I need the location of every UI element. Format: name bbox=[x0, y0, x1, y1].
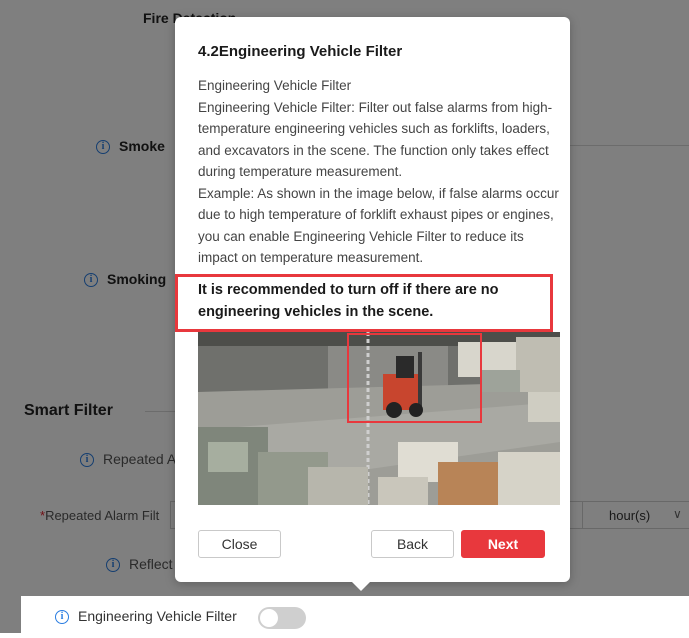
popup-title: 4.2Engineering Vehicle Filter bbox=[198, 43, 403, 60]
engineering-vehicle-filter-label-wrap: i Engineering Vehicle Filter bbox=[55, 608, 237, 625]
back-button[interactable]: Back bbox=[371, 530, 454, 558]
popup-scroll-content[interactable]: Engineering Vehicle Filter Engineering V… bbox=[198, 75, 560, 271]
engineering-vehicle-filter-label: Engineering Vehicle Filter bbox=[78, 608, 237, 624]
engineering-vehicle-filter-toggle[interactable] bbox=[258, 607, 306, 629]
popup-pointer bbox=[351, 581, 371, 591]
toggle-knob bbox=[260, 609, 278, 627]
popup-paragraph: Engineering Vehicle Filter: Filter out f… bbox=[198, 99, 553, 180]
info-icon[interactable]: i bbox=[55, 610, 69, 625]
next-button[interactable]: Next bbox=[461, 530, 545, 558]
popup-paragraph: Example: As shown in the image below, if… bbox=[198, 185, 559, 266]
close-button[interactable]: Close bbox=[198, 530, 281, 558]
recommendation-highlight-box bbox=[175, 274, 553, 332]
popup-paragraph: Engineering Vehicle Filter bbox=[198, 78, 352, 93]
engineering-vehicle-filter-row: i Engineering Vehicle Filter bbox=[21, 596, 689, 638]
forklift-example-image bbox=[198, 332, 560, 505]
